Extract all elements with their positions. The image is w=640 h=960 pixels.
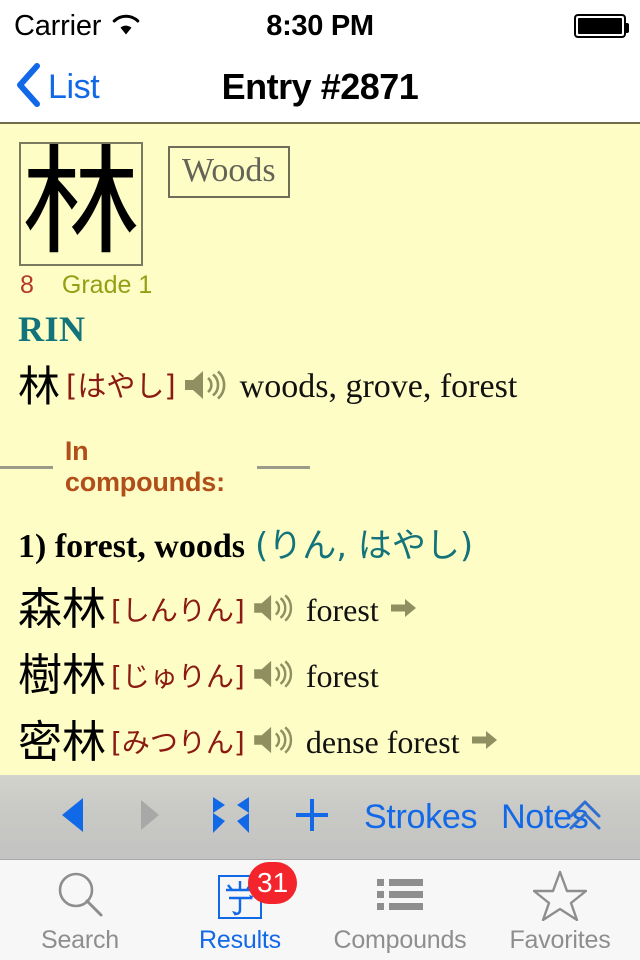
status-time: 8:30 PM	[266, 9, 374, 42]
compound-row[interactable]: 密林 [みつりん] dense forest	[18, 716, 640, 768]
compound-kana: [みつりん]	[111, 725, 245, 759]
sense-heading: 1) forest, woods (りん, はやし)	[18, 518, 640, 567]
tab-favorites-label: Favorites	[509, 926, 611, 954]
meaning-tag-box: Woods	[168, 146, 290, 198]
stroke-grade-row: 8 Grade 1	[20, 271, 152, 300]
rule-left	[0, 465, 53, 469]
back-button[interactable]: List	[14, 62, 100, 113]
grade-label: Grade 1	[61, 271, 153, 299]
compound-gloss: forest	[305, 657, 379, 694]
tab-search[interactable]: Search	[0, 860, 160, 960]
headword-kana: [はやし]	[66, 369, 176, 404]
triangle-left-icon	[57, 796, 91, 839]
tab-results-label: Results	[199, 926, 281, 954]
double-chevron-up-icon	[564, 800, 606, 840]
headword-line[interactable]: 林 [はやし] woods, grove, forest	[18, 362, 640, 411]
toolbar-items: Strokes Notes	[36, 795, 599, 840]
compound-gloss: forest	[305, 591, 379, 628]
kanji-display-box[interactable]: 林	[19, 142, 143, 266]
tab-icon-wrap	[532, 869, 588, 926]
back-button-label: List	[48, 67, 100, 106]
compound-row[interactable]: 樹林 [じゅりん] forest	[18, 653, 640, 699]
entry-content[interactable]: 林 Woods 8 Grade 1 RIN 林 [はやし] woods, gro…	[0, 124, 640, 775]
arrow-right-icon[interactable]	[470, 727, 500, 758]
compound-kana: [しんりん]	[111, 593, 245, 627]
compound-row[interactable]: 森林 [しんりん] forest	[18, 584, 640, 636]
strokes-button-label: Strokes	[364, 797, 478, 836]
tab-icon-wrap: 31	[218, 862, 298, 924]
tab-icon-wrap	[54, 870, 106, 924]
tab-compounds-label: Compounds	[333, 926, 467, 954]
battery-icon	[574, 14, 629, 38]
compound-kana: [じゅりん]	[111, 659, 245, 693]
on-reading: RIN	[18, 309, 86, 349]
list-icon	[375, 874, 425, 921]
prev-entry-button[interactable]	[36, 796, 112, 839]
speaker-icon[interactable]	[251, 724, 295, 761]
compounds-section-header: In compounds:	[0, 436, 640, 498]
compound-kanji: 密林	[18, 716, 106, 768]
compound-kanji: 森林	[18, 584, 106, 636]
entry-toolbar: Strokes Notes	[0, 775, 640, 860]
tab-compounds[interactable]: Compounds	[320, 860, 480, 960]
tab-search-label: Search	[40, 926, 119, 954]
tab-bar: Search 31 Results Compounds Favorites	[0, 860, 640, 960]
headword-kanji: 林	[18, 362, 61, 411]
tab-results[interactable]: 31 Results	[160, 860, 320, 960]
tab-icon-wrap	[375, 870, 425, 924]
kanji-strokes-icon: 31	[218, 862, 298, 919]
rule-right	[257, 465, 310, 469]
star-icon	[532, 869, 588, 926]
speaker-icon[interactable]	[251, 658, 295, 695]
app-root: Carrier 8:30 PM List Entry #2871 林 Woods…	[0, 0, 640, 960]
status-bar-right	[574, 14, 629, 38]
entry-header: 林 Woods 8 Grade 1	[0, 124, 640, 299]
arrow-right-icon[interactable]	[389, 595, 419, 626]
collapse-button[interactable]	[564, 794, 606, 841]
compounds-header-label: In compounds:	[64, 436, 225, 498]
headword-gloss: woods, grove, forest	[239, 368, 518, 406]
sense-kana: (りん, はやし)	[254, 526, 474, 567]
add-button[interactable]	[274, 795, 350, 840]
speaker-icon[interactable]	[251, 592, 295, 629]
stroke-count-label: 8	[20, 271, 34, 299]
plus-icon	[292, 795, 332, 840]
compound-kanji: 樹林	[18, 650, 106, 702]
next-entry-button[interactable]	[112, 798, 188, 837]
chevron-left-icon	[14, 62, 42, 113]
triangle-right-icon	[136, 798, 164, 837]
tab-favorites[interactable]: Favorites	[480, 860, 640, 960]
magnifier-icon	[54, 869, 106, 926]
nav-bar: List Entry #2871	[0, 52, 640, 124]
kanji-character: 林	[21, 142, 140, 266]
double-chevron-inward-icon	[211, 795, 251, 840]
speaker-icon[interactable]	[182, 368, 228, 407]
status-bar: Carrier 8:30 PM	[0, 0, 640, 52]
compound-gloss: dense forest	[305, 724, 460, 761]
meaning-tag-label: Woods	[182, 152, 276, 189]
sense-gloss: 1) forest, woods	[18, 528, 245, 566]
compare-button[interactable]	[188, 795, 274, 840]
results-badge: 31	[248, 862, 298, 904]
strokes-button[interactable]: Strokes	[350, 798, 491, 837]
